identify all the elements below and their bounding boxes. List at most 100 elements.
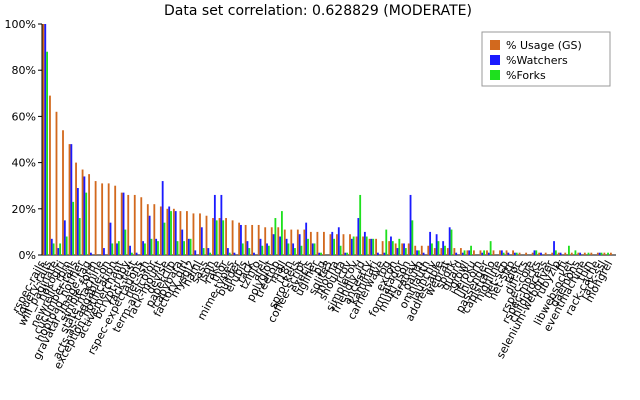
forks-bar — [437, 241, 440, 255]
forks-bar — [65, 236, 68, 255]
forks-bar — [294, 248, 296, 255]
y-tick-label: 100% — [5, 18, 36, 31]
legend: % Usage (GS) %Watchers %Forks — [481, 31, 611, 87]
watchers-bar — [363, 231, 366, 255]
usage-bar — [453, 248, 456, 255]
y-tick-label: 0% — [19, 249, 36, 262]
watchers-bar — [253, 252, 255, 255]
watchers-bar — [220, 194, 223, 255]
forks-bar — [111, 243, 114, 255]
forks-bar — [359, 194, 362, 255]
watchers-bar — [207, 248, 210, 255]
watchers-bar — [553, 241, 555, 255]
watchers-bar — [331, 231, 334, 255]
forks-bar — [157, 241, 159, 255]
watchers-bar — [481, 252, 484, 255]
forks-bar — [85, 192, 88, 255]
usage-bar — [531, 252, 534, 255]
forks-bar — [515, 252, 518, 255]
watchers-bar — [344, 252, 347, 255]
watchers-bar — [487, 252, 490, 255]
legend-swatch — [490, 70, 500, 80]
usage-bar — [322, 231, 325, 255]
watchers-bar — [403, 243, 405, 255]
watchers-bar — [272, 234, 275, 255]
forks-bar — [339, 245, 342, 255]
usage-bar — [459, 248, 462, 255]
forks-bar — [46, 51, 49, 255]
forks-bar — [300, 245, 303, 255]
watchers-bar — [168, 206, 171, 255]
forks-bar — [144, 243, 146, 255]
watchers-bar — [507, 252, 510, 255]
usage-bar — [205, 215, 208, 255]
watchers-bar — [233, 252, 236, 255]
usage-bar — [570, 252, 573, 255]
forks-bar — [470, 245, 472, 255]
y-tick-label: 80% — [12, 64, 36, 77]
forks-bar — [202, 248, 205, 255]
usage-bar — [81, 169, 84, 255]
usage-bar — [583, 252, 586, 255]
usage-bar — [590, 252, 593, 255]
usage-bar — [257, 224, 260, 255]
forks-bar — [346, 252, 349, 255]
usage-bar — [186, 211, 188, 255]
usage-bar — [427, 245, 430, 255]
watchers-bar — [142, 241, 145, 255]
usage-bar — [296, 229, 299, 255]
usage-bar — [525, 252, 528, 255]
usage-bar — [499, 250, 501, 255]
watchers-bar — [311, 243, 314, 255]
watchers-bar — [540, 252, 542, 255]
usage-bar — [42, 24, 45, 255]
usage-bar — [596, 252, 599, 255]
watchers-bar — [109, 222, 112, 255]
forks-bar — [287, 243, 290, 255]
y-tick-label: 60% — [12, 110, 36, 123]
watchers-bar — [298, 234, 301, 255]
watchers-bar — [377, 252, 379, 255]
forks-bar — [352, 236, 355, 255]
usage-bar — [159, 206, 162, 255]
usage-bar — [473, 250, 475, 255]
forks-bar — [411, 220, 414, 255]
legend-swatch — [490, 55, 500, 65]
forks-bar — [72, 201, 75, 255]
usage-bar — [486, 250, 488, 255]
legend-label: %Watchers — [506, 54, 568, 67]
usage-bar — [414, 245, 417, 255]
usage-bar — [192, 213, 195, 255]
usage-bar — [199, 213, 201, 255]
forks-bar — [189, 238, 192, 255]
forks-bar — [535, 250, 538, 255]
forks-bar — [391, 241, 394, 255]
watchers-bar — [285, 238, 288, 255]
usage-bar — [342, 234, 345, 255]
usage-bar — [316, 231, 319, 255]
forks-bar — [222, 220, 225, 255]
watchers-bar — [448, 227, 451, 255]
usage-bar — [146, 204, 149, 255]
y-tick-label: 20% — [12, 203, 36, 216]
forks-bar — [502, 252, 505, 255]
usage-bar — [212, 218, 214, 255]
usage-bar — [466, 250, 469, 255]
forks-bar — [52, 243, 55, 255]
usage-bar — [544, 252, 547, 255]
usage-bar — [166, 208, 169, 255]
usage-bar — [120, 192, 123, 255]
usage-bar — [420, 245, 423, 255]
watchers-bar — [279, 236, 281, 255]
usage-bar — [564, 252, 567, 255]
usage-bar — [238, 222, 241, 255]
watchers-bar — [155, 238, 158, 255]
watchers-bar — [129, 245, 131, 255]
forks-bar — [320, 252, 322, 255]
usage-bar — [479, 250, 482, 255]
forks-bar — [450, 229, 453, 255]
watchers-bar — [103, 248, 105, 255]
legend-label: % Usage (GS) — [506, 39, 582, 52]
watchers-bar — [429, 231, 432, 255]
usage-bar — [433, 248, 436, 255]
